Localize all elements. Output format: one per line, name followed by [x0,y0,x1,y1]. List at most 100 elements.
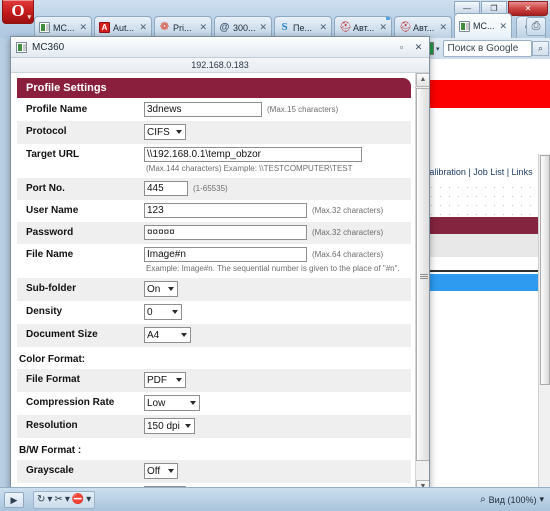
dialog-scrollbar-thumb[interactable] [416,88,429,461]
tab-close-icon[interactable]: ✕ [499,21,507,32]
form-row-density: Density 0 [17,301,411,324]
field-label: Density [26,306,63,317]
dialog-scrollbar[interactable]: ▲ ▼ [415,73,429,494]
field-hint: (Max.64 characters) [312,250,384,259]
form-row-target-url: Target URL (Max.144 characters) Example:… [17,144,411,178]
page-selected-row[interactable] [418,274,550,291]
user-name-input[interactable] [144,203,307,218]
search-bar: ▾ Поиск в Google ⌕ [418,38,550,59]
tab-close-icon[interactable]: ✕ [319,22,327,33]
browser-tab-8-active[interactable]: MC... ✕ [454,13,512,38]
browser-tab-7[interactable]: ⛑ Авт... ✕ [394,16,452,38]
form-row-bw-grayscale: Grayscale Off [17,460,411,483]
dialog-address-bar[interactable]: 192.168.0.183 [11,58,429,73]
color-compression-rate-select[interactable]: Low [144,395,200,411]
field-hint-example: Example: Image#n. The sequential number … [146,264,400,273]
page-scrollbar[interactable] [538,154,550,487]
page-dotted-area [418,183,550,215]
opera-menu-button[interactable]: O ▾ [2,0,34,24]
chevron-down-icon[interactable]: ▾ [47,493,52,507]
select-value: Low [147,397,166,409]
tab-label: Авт... [413,22,435,33]
file-name-input[interactable] [144,247,307,262]
tab-close-icon[interactable]: ✕ [379,22,387,33]
chevron-down-icon [172,310,178,314]
search-icon[interactable]: ⌕ [532,41,549,56]
tab-close-icon[interactable]: ✕ [259,22,267,33]
tab-close-icon[interactable]: ✕ [199,22,207,33]
chevron-down-icon [176,378,182,382]
tab-close-icon[interactable]: ✕ [439,22,447,33]
dialog-titlebar[interactable]: MC360 ▫ ✕ [11,37,429,58]
scrollbar-grip-icon [420,274,428,280]
dialog-title: MC360 [32,41,65,53]
grayscale-select[interactable]: Off [144,463,178,479]
chevron-down-icon [168,469,174,473]
browser-tab-1[interactable]: MC... ✕ [34,16,92,38]
document-icon [39,22,50,33]
page-scrollbar-thumb[interactable] [540,155,550,385]
document-size-select[interactable]: A4 [144,327,191,343]
block-content-icon[interactable]: ⛔ [72,493,84,507]
form-row-password: Password (Max.32 characters) [17,222,411,244]
density-select[interactable]: 0 [144,304,182,320]
section-header-profile-settings: Profile Settings [17,78,411,98]
form-row-sub-folder: Sub-folder On [17,278,411,301]
chevron-down-icon[interactable]: ▾ [65,493,70,507]
trash-icon[interactable]: ⎙ [526,17,546,36]
firefox-icon: ❁ [159,21,170,33]
password-input[interactable] [144,225,307,240]
document-icon [16,41,27,53]
field-label: File Format [26,374,80,385]
color-resolution-select[interactable]: 150 dpi [144,418,195,434]
at-sign-icon: @ [219,22,230,33]
port-no-input[interactable] [144,181,188,196]
chevron-down-icon[interactable]: ▾ [436,45,440,53]
form-row-color-resolution: Resolution 150 dpi [17,415,411,438]
dialog-close-button[interactable]: ✕ [410,40,427,55]
dialog-restore-button[interactable]: ▫ [393,40,410,55]
protocol-select[interactable]: CIFS [144,124,186,140]
color-file-format-select[interactable]: PDF [144,372,186,388]
chevron-down-icon[interactable]: ▾ [86,493,91,507]
tab-label: 300... [233,22,256,33]
browser-chrome: O ▾ — ❐ ✕ MC... ✕ A Aut... ✕ ❁ Pri... ✕ … [0,0,550,38]
scissors-icon[interactable]: ✂ [54,493,62,507]
tab-strip: MC... ✕ A Aut... ✕ ❁ Pri... ✕ @ 300... ✕… [34,12,546,38]
zoom-control[interactable]: ⌕ Вид (100%) ▾ [480,494,544,505]
target-url-input[interactable] [144,147,362,162]
page-nav-links[interactable]: | Calibration | Job List | Links [418,167,550,179]
page-separator [418,270,550,272]
field-hint: (1-65535) [193,184,228,193]
panels-toggle-button[interactable]: ▶ [4,491,24,508]
field-hint-example: Example: \\TESTCOMPUTER\TEST [223,164,353,173]
tab-close-icon[interactable]: ✕ [79,22,87,33]
field-label: Grayscale [26,465,74,476]
select-value: Off [147,465,161,477]
skype-icon: S [281,21,288,33]
profile-name-input[interactable] [144,102,262,117]
scroll-up-icon[interactable]: ▲ [416,73,429,87]
tab-label: MC... [473,21,495,31]
sub-folder-select[interactable]: On [144,281,178,297]
form-row-protocol: Protocol CIFS [17,121,411,144]
field-label: File Name [26,249,74,260]
search-input[interactable]: Поиск в Google [442,40,532,57]
field-hint: (Max.144 characters) [146,164,222,173]
chevron-down-icon: ▾ [27,14,31,21]
mc360-dialog-window: MC360 ▫ ✕ 192.168.0.183 Profile Settings… [10,36,430,495]
car-icon: ⛑ [399,22,412,33]
field-hint: (Max.32 characters) [312,228,384,237]
browser-tab-2[interactable]: A Aut... ✕ [94,16,152,38]
browser-tab-5[interactable]: S Пе... ✕ [274,16,332,38]
page-maroon-header [418,217,550,234]
field-hint: (Max.15 characters) [267,105,339,114]
reload-icon[interactable]: ↻ [37,493,45,507]
dialog-content-viewport: Profile Settings Profile Name (Max.15 ch… [11,73,429,494]
browser-tab-6[interactable]: ⛑ Авт... ✕ [334,16,392,38]
browser-tab-4[interactable]: @ 300... ✕ [214,16,272,38]
zoom-level-label: Вид (100%) [488,494,537,505]
browser-tab-3[interactable]: ❁ Pri... ✕ [154,16,212,38]
select-value: On [147,283,161,295]
tab-close-icon[interactable]: ✕ [139,22,147,33]
